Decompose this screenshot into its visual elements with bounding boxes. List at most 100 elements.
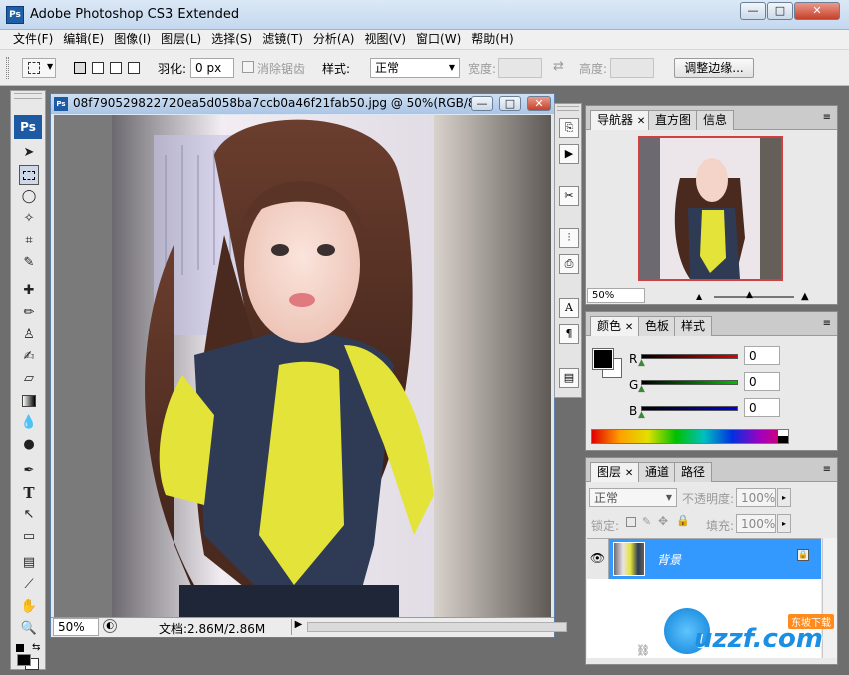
b-slider[interactable] (641, 406, 738, 411)
close-icon[interactable]: ✕ (625, 468, 633, 479)
menu-layer[interactable]: 图层(L) (156, 30, 206, 49)
dodge-tool-icon[interactable]: ● (19, 435, 39, 455)
menu-view[interactable]: 视图(V) (359, 30, 411, 49)
magic-wand-tool-icon[interactable]: ✧ (19, 209, 39, 229)
slice-tool-icon[interactable]: ✎ (19, 253, 39, 273)
panel-menu-icon[interactable]: ≡ (823, 464, 831, 475)
horizontal-scrollbar[interactable] (307, 622, 567, 632)
blur-tool-icon[interactable]: 💧 (19, 413, 39, 433)
r-slider-thumb-icon[interactable]: ▲ (638, 358, 645, 368)
doc-minimize-button[interactable]: — (471, 96, 493, 111)
tab-color[interactable]: 颜色 ✕ (590, 316, 641, 336)
tab-styles[interactable]: 样式 (674, 316, 713, 336)
options-grip[interactable] (6, 57, 9, 79)
minimize-button[interactable]: — (740, 2, 766, 20)
menu-image[interactable]: 图像(I) (109, 30, 156, 49)
tool-preset-picker[interactable]: ▼ (22, 58, 56, 78)
close-icon[interactable]: ✕ (625, 322, 633, 333)
menu-help[interactable]: 帮助(H) (466, 30, 518, 49)
eyedropper-tool-icon[interactable]: ⟋ (19, 575, 39, 595)
dock-grip[interactable] (557, 106, 579, 111)
close-button[interactable]: ✕ (794, 2, 840, 20)
notes-tool-icon[interactable]: ▤ (19, 553, 39, 573)
crop-tool-icon[interactable]: ⌗ (19, 231, 39, 251)
navigator-thumbnail[interactable] (638, 136, 783, 281)
tab-navigator[interactable]: 导航器 ✕ (590, 110, 653, 130)
tab-swatches[interactable]: 色板 (638, 316, 677, 336)
g-value-input[interactable]: 0 (744, 372, 780, 391)
refine-edge-button[interactable]: 调整边缘... (674, 58, 754, 78)
color-foreground-swatch[interactable] (592, 348, 614, 370)
subtract-from-selection-icon[interactable] (110, 62, 122, 74)
r-value-input[interactable]: 0 (744, 346, 780, 365)
antialias-checkbox[interactable] (242, 61, 254, 73)
status-menu-arrow-icon[interactable]: ▶ (291, 619, 305, 635)
zoom-out-icon[interactable]: ▲ (696, 292, 702, 301)
actions-panel-icon[interactable]: ▶ (559, 144, 579, 164)
pen-tool-icon[interactable]: ✒ (19, 461, 39, 481)
g-slider-thumb-icon[interactable]: ▲ (638, 384, 645, 394)
fill-arrow-icon[interactable]: ▸ (777, 514, 791, 533)
type-tool-icon[interactable]: T (19, 483, 39, 503)
fill-input[interactable]: 100% (736, 514, 776, 533)
maximize-button[interactable]: □ (767, 2, 793, 20)
menu-window[interactable]: 窗口(W) (411, 30, 466, 49)
layer-name[interactable]: 背景 (657, 551, 681, 568)
doc-maximize-button[interactable]: □ (499, 96, 521, 111)
brush-tool-icon[interactable]: ✏ (19, 303, 39, 323)
tab-histogram[interactable]: 直方图 (648, 110, 699, 130)
hand-tool-icon[interactable]: ✋ (19, 597, 39, 617)
layer-row-background[interactable]: 👁 背景 🔒 (587, 539, 821, 579)
zoom-tool-icon[interactable]: 🔍 (19, 619, 39, 639)
zoom-slider-thumb-icon[interactable]: ▲ (746, 290, 753, 300)
visibility-eye-icon[interactable]: 👁 (587, 539, 609, 579)
default-colors-icon[interactable] (16, 644, 24, 652)
tab-paths[interactable]: 路径 (674, 462, 713, 482)
menu-filter[interactable]: 滤镜(T) (257, 30, 308, 49)
status-info-icon[interactable]: ◐ (103, 619, 117, 633)
doc-close-button[interactable]: ✕ (527, 96, 551, 111)
eraser-tool-icon[interactable]: ▱ (19, 369, 39, 389)
panel-menu-icon[interactable]: ≡ (823, 112, 831, 123)
b-slider-thumb-icon[interactable]: ▲ (638, 410, 645, 420)
lock-all-icon[interactable]: 🔒 (676, 514, 690, 527)
feather-input[interactable]: 0 px (190, 58, 234, 78)
intersect-selection-icon[interactable] (128, 62, 140, 74)
add-to-selection-icon[interactable] (92, 62, 104, 74)
b-value-input[interactable]: 0 (744, 398, 780, 417)
height-input[interactable] (610, 58, 654, 78)
menu-edit[interactable]: 编辑(E) (58, 30, 109, 49)
layer-comps-panel-icon[interactable]: ▤ (559, 368, 579, 388)
opacity-input[interactable]: 100% (736, 488, 776, 507)
clone-source-panel-icon[interactable]: ⎙ (559, 254, 579, 274)
path-selection-tool-icon[interactable]: ↖ (19, 505, 39, 525)
width-input[interactable] (498, 58, 542, 78)
character-panel-icon[interactable]: A (559, 298, 579, 318)
toolbox-grip[interactable] (14, 93, 42, 99)
new-selection-icon[interactable] (74, 62, 86, 74)
marquee-tool-icon[interactable] (19, 165, 39, 185)
menu-file[interactable]: 文件(F) (8, 30, 58, 49)
clone-stamp-tool-icon[interactable]: ♙ (19, 325, 39, 345)
lock-position-icon[interactable]: ✥ (658, 514, 668, 528)
opacity-arrow-icon[interactable]: ▸ (777, 488, 791, 507)
blend-mode-select[interactable]: 正常 ▼ (589, 488, 677, 507)
close-icon[interactable]: ✕ (637, 116, 645, 127)
menu-analysis[interactable]: 分析(A) (308, 30, 360, 49)
navigator-zoom-field[interactable]: 50% (587, 288, 645, 303)
foreground-color-swatch[interactable] (17, 654, 31, 666)
brushes-panel-icon[interactable]: ⫶ (559, 228, 579, 248)
lock-pixels-icon[interactable]: ✎ (642, 515, 651, 528)
photoshop-logo[interactable]: Ps (14, 115, 42, 139)
panel-menu-icon[interactable]: ≡ (823, 318, 831, 329)
menu-select[interactable]: 选择(S) (206, 30, 257, 49)
rectangle-shape-tool-icon[interactable]: ▭ (19, 527, 39, 547)
zoom-in-icon[interactable]: ▲ (801, 291, 809, 302)
zoom-level-field[interactable]: 50% (53, 618, 99, 636)
tool-presets-panel-icon[interactable]: ✂ (559, 186, 579, 206)
link-layers-icon[interactable]: ⛓ (636, 644, 650, 657)
gradient-tool-icon[interactable] (19, 391, 39, 411)
r-slider[interactable] (641, 354, 738, 359)
swap-dimensions-icon[interactable]: ⇄ (553, 59, 564, 74)
color-spectrum-bar[interactable] (591, 429, 789, 444)
